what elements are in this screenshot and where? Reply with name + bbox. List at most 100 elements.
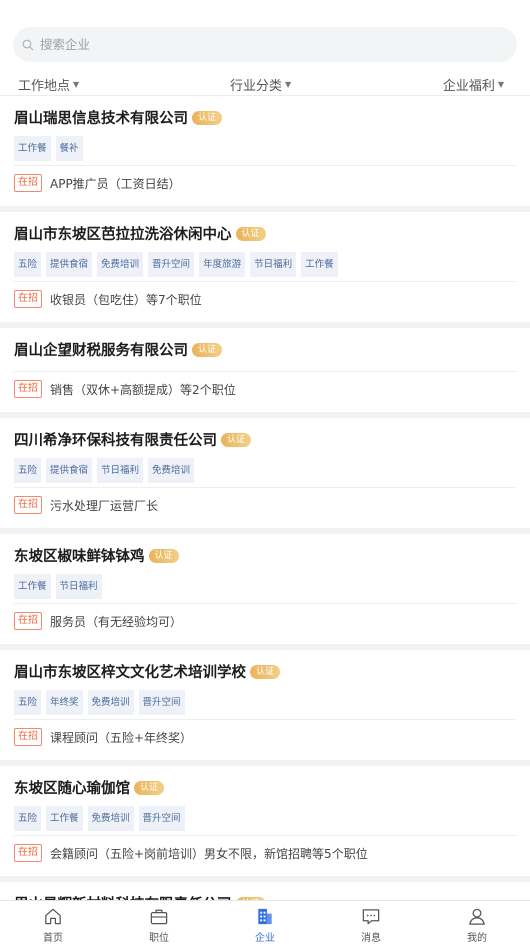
benefit-tag: 五险 bbox=[14, 690, 42, 715]
company-name: 四川希净环保科技有限责任公司 bbox=[14, 433, 217, 449]
benefit-tag: 餐补 bbox=[55, 136, 83, 161]
company-card[interactable]: 眉山企望财税服务有限公司 认证 在招 销售（双休+高额提成）等2个职位 bbox=[0, 328, 530, 418]
benefit-tag: 免费培训 bbox=[148, 458, 195, 483]
hiring-badge: 在招 bbox=[14, 496, 42, 514]
message-icon bbox=[362, 909, 380, 925]
job-row[interactable]: 在招 服务员（有无经验均可） bbox=[14, 612, 182, 630]
benefit-tag: 五险 bbox=[14, 252, 42, 277]
search-bar[interactable] bbox=[13, 27, 517, 62]
job-row[interactable]: 在招 APP推广员（工资日结） bbox=[14, 174, 181, 192]
company-title-row: 眉山瑞思信息技术有限公司 认证 bbox=[14, 107, 223, 128]
company-name: 东坡区椒味鲜钵钵鸡 bbox=[14, 549, 145, 565]
benefit-tag: 工作餐 bbox=[46, 806, 83, 831]
tab-companies[interactable]: 企业 bbox=[212, 901, 318, 944]
benefit-tags: 工作餐 节日福利 bbox=[14, 574, 102, 599]
benefit-tag: 五险 bbox=[14, 458, 42, 483]
company-name: 眉山瑞思信息技术有限公司 bbox=[14, 111, 188, 127]
filter-label: 工作地点 bbox=[18, 79, 71, 94]
filter-work-location[interactable]: 工作地点 ▼ bbox=[18, 75, 79, 94]
benefit-tags: 五险 工作餐 免费培训 晋升空间 bbox=[14, 806, 185, 831]
company-name: 东坡区随心瑜伽馆 bbox=[14, 781, 130, 797]
benefit-tag: 免费培训 bbox=[97, 252, 144, 277]
company-card[interactable]: 眉山市东坡区梓文文化艺术培训学校 认证 五险 年终奖 免费培训 晋升空间 在招 … bbox=[0, 650, 530, 766]
job-summary: 销售（双休+高额提成）等2个职位 bbox=[50, 382, 236, 397]
filter-industry[interactable]: 行业分类 ▼ bbox=[230, 75, 291, 94]
benefit-tag: 免费培训 bbox=[87, 690, 134, 715]
benefit-tags: 五险 提供食宿 免费培训 晋升空间 年度旅游 节日福利 工作餐 bbox=[14, 252, 338, 277]
job-summary: 收银员（包吃住）等7个职位 bbox=[50, 292, 202, 307]
company-list: 眉山瑞思信息技术有限公司 认证 工作餐 餐补 在招 APP推广员（工资日结） 眉… bbox=[0, 96, 530, 942]
company-card[interactable]: 东坡区随心瑜伽馆 认证 五险 工作餐 免费培训 晋升空间 在招 会籍顾问（五险+… bbox=[0, 766, 530, 882]
tab-label: 我的 bbox=[467, 933, 487, 944]
filter-bar: 工作地点 ▼ 行业分类 ▼ 企业福利 ▼ bbox=[0, 72, 530, 96]
tab-label: 首页 bbox=[43, 933, 63, 944]
job-row[interactable]: 在招 课程顾问（五险+年终奖） bbox=[14, 728, 192, 746]
verified-badge: 认证 bbox=[148, 548, 179, 563]
verified-badge: 认证 bbox=[192, 110, 223, 125]
verified-badge: 认证 bbox=[235, 226, 266, 241]
hiring-badge: 在招 bbox=[14, 380, 42, 398]
tab-home[interactable]: 首页 bbox=[0, 901, 106, 944]
hiring-badge: 在招 bbox=[14, 290, 42, 308]
hiring-badge: 在招 bbox=[14, 728, 42, 746]
tab-label: 消息 bbox=[361, 933, 381, 944]
briefcase-icon bbox=[150, 909, 168, 925]
tab-messages[interactable]: 消息 bbox=[318, 901, 424, 944]
card-divider bbox=[14, 165, 516, 166]
benefit-tag: 工作餐 bbox=[301, 252, 338, 277]
benefit-tag: 工作餐 bbox=[14, 136, 51, 161]
bottom-tab-bar: 首页 职位 企业 消息 我的 bbox=[0, 900, 530, 944]
benefit-tag: 节日福利 bbox=[97, 458, 144, 483]
benefit-tag: 晋升空间 bbox=[148, 252, 195, 277]
benefit-tag: 年终奖 bbox=[46, 690, 83, 715]
job-row[interactable]: 在招 污水处理厂运营厂长 bbox=[14, 496, 158, 514]
card-divider bbox=[14, 487, 516, 488]
benefit-tags: 五险 提供食宿 节日福利 免费培训 bbox=[14, 458, 195, 483]
benefit-tag: 工作餐 bbox=[14, 574, 51, 599]
company-title-row: 眉山市东坡区芭拉拉洗浴休闲中心 认证 bbox=[14, 223, 266, 244]
company-title-row: 四川希净环保科技有限责任公司 认证 bbox=[14, 429, 252, 450]
filter-benefits[interactable]: 企业福利 ▼ bbox=[443, 75, 504, 94]
job-summary: 服务员（有无经验均可） bbox=[50, 614, 183, 629]
tab-label: 职位 bbox=[149, 933, 169, 944]
company-card[interactable]: 眉山市东坡区芭拉拉洗浴休闲中心 认证 五险 提供食宿 免费培训 晋升空间 年度旅… bbox=[0, 212, 530, 328]
company-name: 眉山市东坡区梓文文化艺术培训学校 bbox=[14, 665, 246, 681]
benefit-tag: 五险 bbox=[14, 806, 42, 831]
company-card[interactable]: 东坡区椒味鲜钵钵鸡 认证 工作餐 节日福利 在招 服务员（有无经验均可） bbox=[0, 534, 530, 650]
user-icon bbox=[469, 908, 485, 925]
search-icon bbox=[21, 38, 35, 52]
company-card[interactable]: 四川希净环保科技有限责任公司 认证 五险 提供食宿 节日福利 免费培训 在招 污… bbox=[0, 418, 530, 534]
hiring-badge: 在招 bbox=[14, 612, 42, 630]
company-name: 眉山企望财税服务有限公司 bbox=[14, 343, 188, 359]
job-row[interactable]: 在招 收银员（包吃住）等7个职位 bbox=[14, 290, 202, 308]
home-icon bbox=[45, 908, 61, 925]
verified-badge: 认证 bbox=[221, 432, 252, 447]
company-card[interactable]: 眉山瑞思信息技术有限公司 认证 工作餐 餐补 在招 APP推广员（工资日结） bbox=[0, 96, 530, 212]
company-name: 眉山市东坡区芭拉拉洗浴休闲中心 bbox=[14, 227, 232, 243]
benefit-tag: 晋升空间 bbox=[138, 806, 185, 831]
benefit-tag: 节日福利 bbox=[250, 252, 297, 277]
search-input[interactable] bbox=[40, 37, 480, 52]
company-title-row: 眉山市东坡区梓文文化艺术培训学校 认证 bbox=[14, 661, 281, 682]
company-title-row: 东坡区椒味鲜钵钵鸡 认证 bbox=[14, 545, 179, 566]
caret-down-icon: ▼ bbox=[497, 80, 504, 89]
company-title-row: 东坡区随心瑜伽馆 认证 bbox=[14, 777, 165, 798]
card-divider bbox=[14, 281, 516, 282]
benefit-tag: 年度旅游 bbox=[199, 252, 246, 277]
job-summary: 污水处理厂运营厂长 bbox=[50, 498, 159, 513]
benefit-tag: 节日福利 bbox=[55, 574, 102, 599]
job-row[interactable]: 在招 销售（双休+高额提成）等2个职位 bbox=[14, 380, 236, 398]
job-row[interactable]: 在招 会籍顾问（五险+岗前培训）男女不限，新馆招聘等5个职位 bbox=[14, 844, 368, 862]
benefit-tag: 晋升空间 bbox=[138, 690, 185, 715]
card-divider bbox=[14, 835, 516, 836]
filter-label: 行业分类 bbox=[230, 79, 283, 94]
card-divider bbox=[14, 371, 516, 372]
building-icon bbox=[258, 908, 272, 925]
hiring-badge: 在招 bbox=[14, 844, 42, 862]
tab-jobs[interactable]: 职位 bbox=[106, 901, 212, 944]
tab-profile[interactable]: 我的 bbox=[424, 901, 530, 944]
benefit-tag: 免费培训 bbox=[87, 806, 134, 831]
verified-badge: 认证 bbox=[250, 664, 281, 679]
benefit-tag: 提供食宿 bbox=[46, 252, 93, 277]
card-divider bbox=[14, 719, 516, 720]
